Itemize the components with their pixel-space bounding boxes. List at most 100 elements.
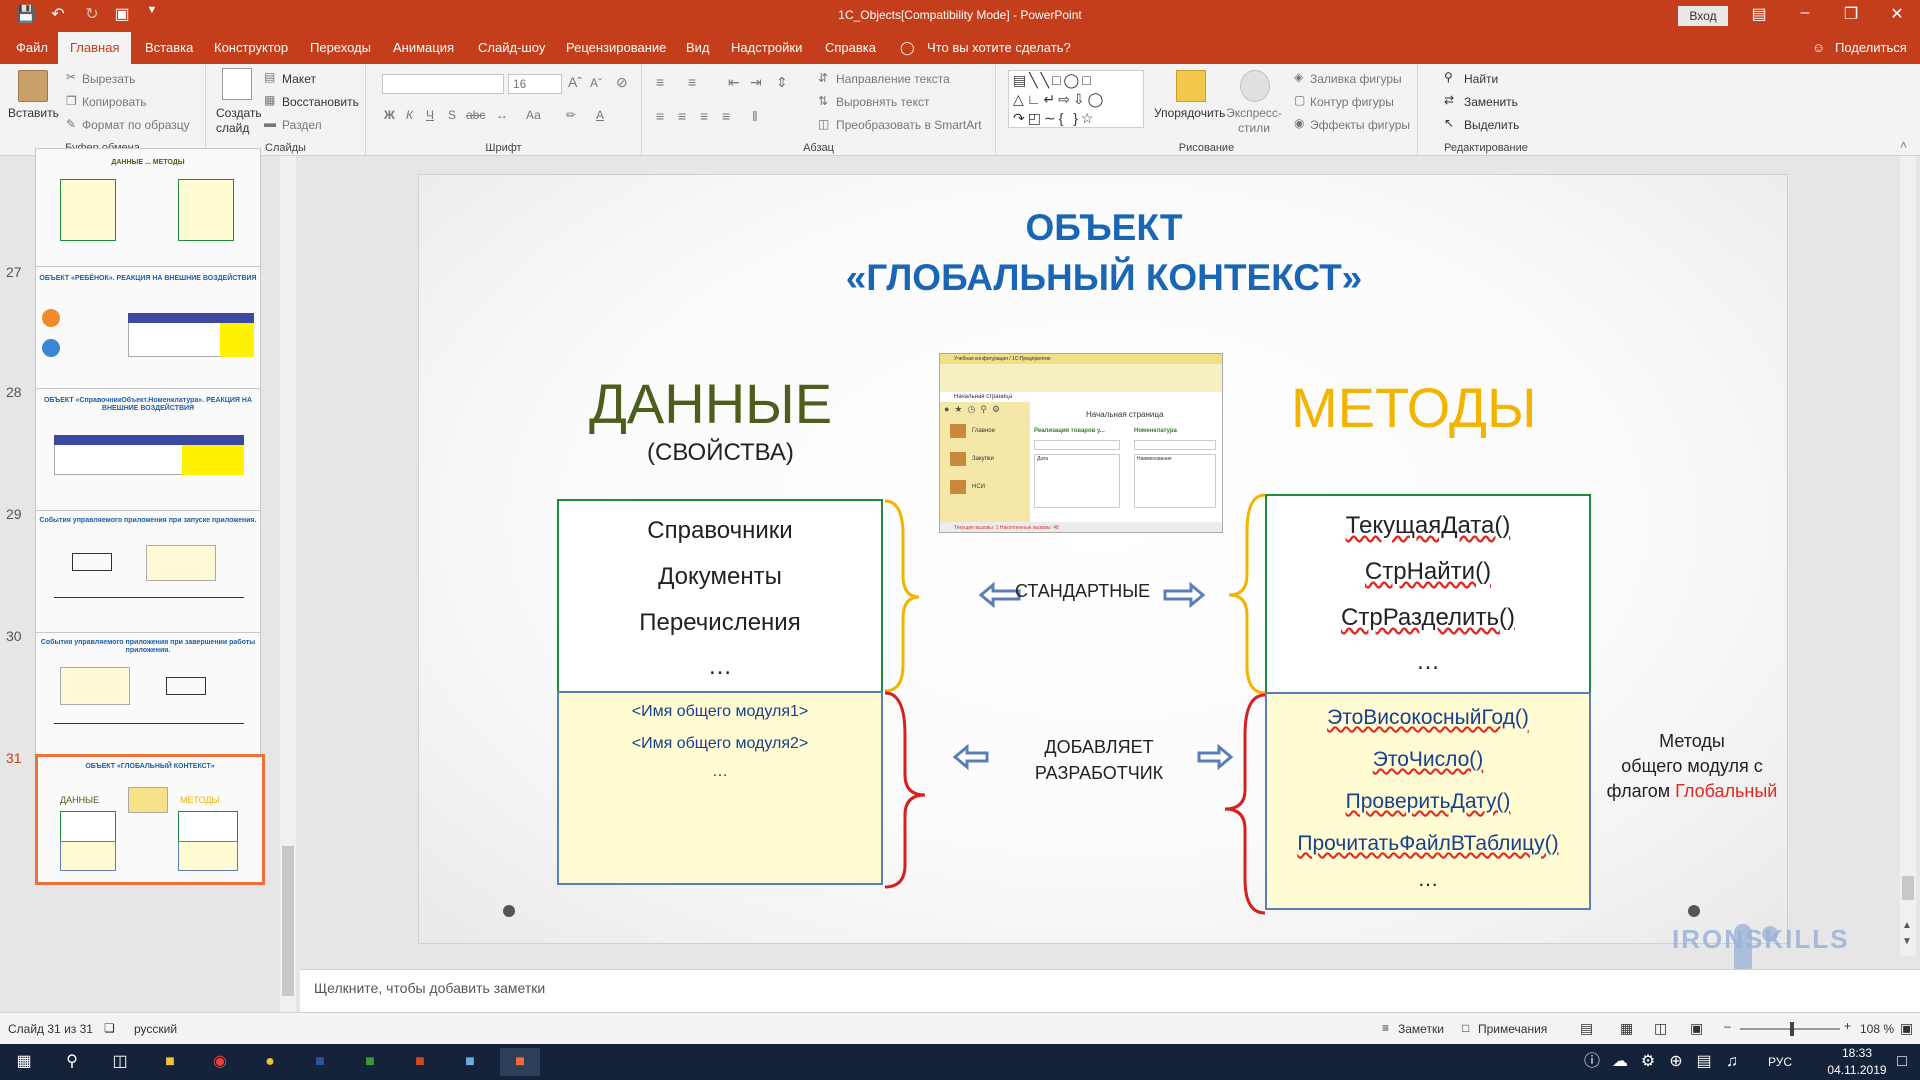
tab-file[interactable]: Файл [14,32,50,64]
tab-animations[interactable]: Анимация [391,32,456,64]
reading-view-icon[interactable]: ◫ [1654,1020,1667,1037]
layout-icon[interactable]: ▤ [264,70,275,84]
highlight-icon[interactable]: ✏ [566,108,576,122]
tab-transitions[interactable]: Переходы [308,32,373,64]
zoom-slider-thumb[interactable] [1790,1022,1794,1036]
reset-button[interactable]: Восстановить [282,95,359,109]
replace-button[interactable]: Заменить [1464,95,1518,109]
justify-icon[interactable]: ≡ [722,108,730,124]
new-slide-icon[interactable] [222,68,252,100]
align-text-icon[interactable]: ⇅ [818,94,828,108]
task-view-icon[interactable]: ◫ [100,1048,140,1076]
text-direction-icon[interactable]: ⇵ [818,71,828,85]
increase-indent-icon[interactable]: ⇥ [750,74,762,91]
change-case-icon[interactable]: Аа [526,108,541,122]
file-explorer-icon[interactable]: ■ [150,1048,190,1076]
replace-icon[interactable]: ⇄ [1444,93,1454,107]
share-button[interactable]: Поделиться [1833,32,1909,64]
cut-button[interactable]: Вырезать [82,72,135,86]
align-center-icon[interactable]: ≡ [678,108,686,124]
thumbnail-30[interactable]: События управляемого приложения при заве… [35,632,261,759]
font-color-icon[interactable]: A [596,108,604,122]
zoom-level[interactable]: 108 % [1860,1022,1894,1036]
clear-format-icon[interactable]: ⊘ [616,74,628,91]
normal-view-icon[interactable]: ▤ [1580,1020,1593,1037]
shape-outline-button[interactable]: Контур фигуры [1310,95,1394,109]
clock-time[interactable]: 18:33 [1822,1046,1892,1060]
scrollbar-thumb[interactable] [282,846,294,996]
maximize-button[interactable]: ❐ [1828,4,1874,24]
numbering-icon[interactable]: ≡ [688,74,696,90]
layout-button[interactable]: Макет [282,72,316,86]
shape-fill-button[interactable]: Заливка фигуры [1310,72,1402,86]
shape-effects-button[interactable]: Эффекты фигуры [1310,118,1410,132]
quick-styles-button[interactable]: Экспресс-стили [1226,106,1282,136]
reset-icon[interactable]: ▦ [264,93,275,107]
quick-styles-icon[interactable] [1240,70,1270,102]
standard-label[interactable]: СТАНДАРТНЫЕ [1015,581,1150,602]
thumbnail-26[interactable]: ДАННЫЕ ... МЕТОДЫ [35,148,261,275]
collapse-ribbon-icon[interactable]: ˄ [1900,138,1907,152]
slideshow-view-icon[interactable]: ▣ [1690,1020,1703,1037]
cut-icon[interactable]: ✂ [66,70,76,84]
volume-icon[interactable]: ♫ [1712,1048,1752,1076]
tab-insert[interactable]: Вставка [143,32,195,64]
spellcheck-icon[interactable]: ❏ [104,1021,115,1035]
tab-slideshow[interactable]: Слайд-шоу [476,32,547,64]
tab-help[interactable]: Справка [823,32,878,64]
notes-pane[interactable]: Щелкните, чтобы добавить заметки [300,969,1920,1012]
search-icon[interactable]: ⚲ [52,1048,92,1076]
minimize-button[interactable]: – [1782,4,1828,22]
slide-canvas[interactable]: ОБЪЕКТ «ГЛОБАЛЬНЫЙ КОНТЕКСТ» ДАННЫЕ (СВО… [418,174,1788,944]
fit-slide-icon[interactable]: ▣ [1900,1020,1913,1037]
copy-icon[interactable]: ❐ [66,94,77,108]
notifications-icon[interactable]: □ [1888,1048,1916,1076]
italic-icon[interactable]: К [406,108,413,122]
bold-icon[interactable]: Ж [384,108,395,122]
signin-button[interactable]: Вход [1678,6,1728,26]
camtasia-icon[interactable]: ■ [350,1048,390,1076]
smartart-button[interactable]: Преобразовать в SmartArt [836,118,982,132]
next-slide-icon[interactable]: ▼ [1902,936,1912,947]
developer-label-line1[interactable]: ДОБАВЛЯЕТ [989,737,1209,758]
tab-home[interactable]: Главная [58,32,132,64]
notes-placeholder[interactable]: Щелкните, чтобы добавить заметки [314,980,545,996]
section-icon[interactable]: ▬ [264,116,276,130]
smartart-icon[interactable]: ◫ [818,117,829,131]
1c-icon[interactable]: ● [250,1048,290,1076]
align-text-button[interactable]: Выровнять текст [836,95,929,109]
char-spacing-icon[interactable]: ↔ [496,108,508,122]
thumbnail-29[interactable]: События управляемого приложения при запу… [35,510,261,637]
align-left-icon[interactable]: ≡ [656,108,664,124]
zoom-in-icon[interactable]: + [1844,1019,1851,1033]
shape-effects-icon[interactable]: ◉ [1294,116,1304,130]
shadow-icon[interactable]: S [448,108,456,122]
grow-font-icon[interactable]: Aˆ [568,74,582,90]
strikethrough-icon[interactable]: abc [466,108,485,122]
prev-slide-icon[interactable]: ▲ [1902,920,1912,931]
select-button[interactable]: Выделить [1464,118,1519,132]
font-size-input[interactable]: 16 [508,74,562,94]
tab-design[interactable]: Конструктор [212,32,290,64]
chrome-icon[interactable]: ◉ [200,1048,240,1076]
paste-button[interactable]: Вставить [8,106,59,120]
arrange-button[interactable]: Упорядочить [1154,106,1225,120]
bullets-icon[interactable]: ≡ [656,74,664,90]
comments-icon[interactable]: □ [1462,1021,1469,1035]
notepad-icon[interactable]: ■ [450,1048,490,1076]
slide-sorter-icon[interactable]: ▦ [1620,1020,1633,1037]
shape-fill-icon[interactable]: ◈ [1294,70,1303,84]
underline-icon[interactable]: Ч [426,108,434,122]
format-painter-icon[interactable]: ✎ [66,117,76,131]
shapes-gallery[interactable]: ▤╲╲□◯□ △∟↵⇨⇩◯ ↷◰∼{ }☆ [1008,70,1144,128]
find-button[interactable]: Найти [1464,72,1498,86]
decrease-indent-icon[interactable]: ⇤ [728,74,740,91]
tab-review[interactable]: Рецензирование [564,32,668,64]
tab-addins[interactable]: Надстройки [729,32,804,64]
font-name-input[interactable] [382,74,504,94]
align-right-icon[interactable]: ≡ [700,108,708,124]
arrange-icon[interactable] [1176,70,1206,102]
clock-date[interactable]: 04.11.2019 [1822,1063,1892,1077]
thumbnail-27[interactable]: ОБЪЕКТ «РЕБЁНОК». РЕАКЦИЯ НА ВНЕШНИЕ ВОЗ… [35,266,261,393]
developer-label-line2[interactable]: РАЗРАБОТЧИК [989,763,1209,784]
